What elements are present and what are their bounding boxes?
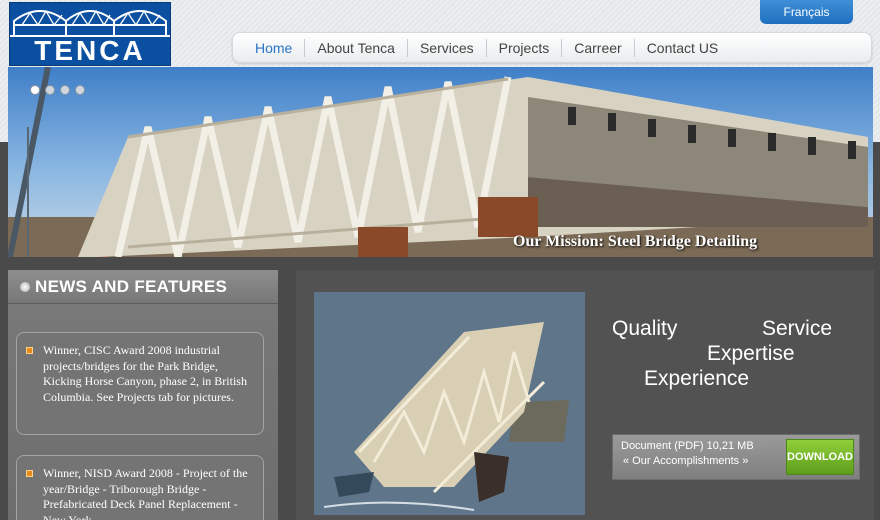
slide-indicators (30, 85, 85, 95)
logo-wordmark: TENCA (10, 35, 170, 66)
nav-carreer[interactable]: Carreer (561, 38, 633, 57)
bridge-on-barge-image (314, 292, 585, 515)
value-expertise: Expertise (707, 342, 795, 365)
bullet-icon (20, 281, 30, 292)
news-item[interactable]: Winner, CISC Award 2008 industrial proje… (16, 332, 264, 435)
slide-dot-1[interactable] (30, 85, 40, 95)
slide-dot-2[interactable] (45, 85, 55, 95)
hero-caption: Our Mission: Steel Bridge Detailing (513, 233, 758, 250)
main-nav: Home About Tenca Services Projects Carre… (232, 32, 872, 63)
arrow-icon (26, 347, 33, 354)
document-info: Document (PDF) 10,21 MB (621, 440, 754, 452)
accomplishments-link[interactable]: « Our Accomplishments » (623, 455, 748, 467)
news-header: NEWS AND FEATURES (8, 270, 278, 304)
language-toggle[interactable]: Français (760, 0, 853, 24)
nav-contact[interactable]: Contact US (633, 38, 731, 57)
barge-bridge-photo (314, 292, 585, 515)
bridge-logo-icon (13, 9, 167, 35)
nav-home[interactable]: Home (243, 39, 304, 57)
value-service: Service (762, 317, 833, 340)
nav-about[interactable]: About Tenca (304, 38, 407, 57)
slide-dot-3[interactable] (60, 85, 70, 95)
value-experience: Experience (644, 367, 750, 390)
download-button[interactable]: DOWNLOAD (786, 439, 854, 475)
bridge-truss-image (8, 67, 873, 257)
hero-slideshow[interactable]: Our Mission: Steel Bridge Detailing (8, 67, 873, 257)
news-item[interactable]: Winner, NISD Award 2008 - Project of the… (16, 455, 264, 520)
nav-services[interactable]: Services (406, 38, 486, 57)
news-item-text: Winner, CISC Award 2008 industrial proje… (43, 343, 247, 404)
nav-projects[interactable]: Projects (485, 38, 562, 57)
news-panel: NEWS AND FEATURES Winner, CISC Award 200… (8, 270, 278, 520)
value-quality: Quality (612, 317, 678, 340)
news-item-text: Winner, NISD Award 2008 - Project of the… (43, 466, 248, 520)
slide-dot-4[interactable] (75, 85, 85, 95)
tenca-logo[interactable]: TENCA (9, 2, 171, 66)
arrow-icon (26, 470, 33, 477)
news-title: NEWS AND FEATURES (35, 276, 228, 296)
